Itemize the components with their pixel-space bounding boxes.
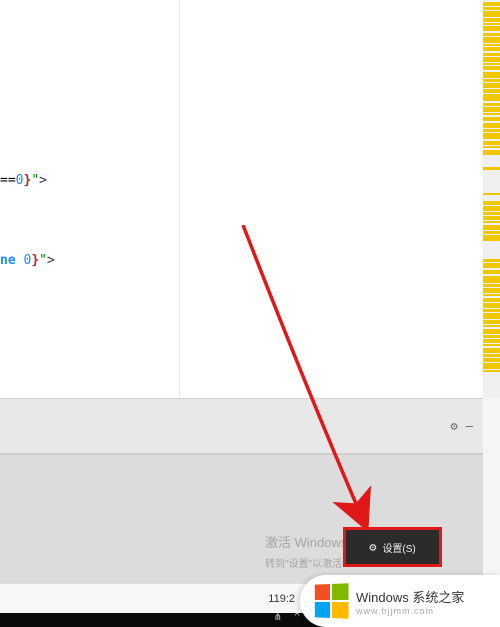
- minimap-marker: [483, 348, 500, 353]
- minimap-marker: [483, 325, 500, 327]
- brand-title: Windows 系统之家: [356, 587, 464, 606]
- minimap-marker: [483, 298, 500, 302]
- minimap-marker: [483, 123, 500, 128]
- minimap-marker: [483, 107, 500, 112]
- editor-main-pane[interactable]: [180, 0, 483, 398]
- minimap-marker: [483, 66, 500, 70]
- minimap-marker: [483, 57, 500, 62]
- minimap-marker: [483, 2, 500, 6]
- minimap-marker: [483, 26, 500, 31]
- minimap-marker: [483, 63, 500, 65]
- minimap-marker: [483, 7, 500, 10]
- minimap-marker: [483, 221, 500, 223]
- minimap-marker: [483, 339, 500, 343]
- minimap-marker: [483, 53, 500, 56]
- brand-url: www.bjjmm.com: [356, 606, 464, 616]
- minimap-marker: [483, 276, 500, 283]
- minimap-marker: [483, 329, 500, 334]
- gear-icon: ⚙: [369, 540, 376, 554]
- minimize-icon[interactable]: —: [466, 419, 473, 433]
- gear-icon[interactable]: ⚙: [451, 419, 458, 433]
- minimap-marker: [483, 335, 500, 338]
- minimap-marker: [483, 129, 500, 132]
- code-token-quote: ": [31, 173, 39, 188]
- editor-area: ==0}"> ne 0}">: [0, 0, 483, 398]
- minimap-marker: [483, 284, 500, 287]
- minimap-marker: [483, 212, 500, 215]
- minimap-marker: [483, 94, 500, 101]
- cursor-position: 119:2: [268, 593, 295, 605]
- minimap-marker: [483, 288, 500, 293]
- minimap-marker: [483, 150, 500, 155]
- minimap-marker: [483, 320, 500, 324]
- minimap-marker: [483, 259, 500, 262]
- site-branding-watermark: Windows 系统之家 www.bjjmm.com: [300, 575, 500, 627]
- minimap-marker: [483, 354, 500, 357]
- code-pane[interactable]: ==0}"> ne 0}">: [0, 0, 180, 398]
- minimap-scrollbar[interactable]: [483, 0, 500, 398]
- code-token-gt: >: [39, 173, 47, 188]
- minimap-marker: [483, 363, 500, 369]
- minimap-marker: [483, 33, 500, 36]
- minimap-marker: [483, 37, 500, 43]
- minimap-marker: [483, 235, 500, 241]
- minimap-marker: [483, 113, 500, 115]
- code-token-eq: ==: [0, 173, 16, 188]
- minimap-marker: [483, 23, 500, 25]
- code-line: ==0}">: [0, 173, 47, 188]
- minimap-marker: [483, 294, 500, 296]
- minimap-marker: [483, 117, 500, 121]
- chevron-up-icon[interactable]: ^: [294, 612, 300, 623]
- minimap-marker: [483, 309, 500, 312]
- minimap-marker: [483, 231, 500, 234]
- minimap-marker: [483, 167, 500, 170]
- minimap-marker: [483, 303, 500, 308]
- code-token-quote: ": [39, 253, 47, 268]
- minimap-marker: [483, 370, 500, 372]
- minimap-marker: [483, 344, 500, 346]
- minimap-marker: [483, 18, 500, 22]
- minimap-marker: [483, 206, 500, 211]
- minimap-marker: [483, 11, 500, 17]
- code-token-gt: >: [47, 253, 55, 268]
- minimap-marker: [483, 47, 500, 51]
- minimap-marker: [483, 225, 500, 230]
- minimap-marker: [483, 193, 500, 195]
- minimap-marker: [483, 201, 500, 205]
- minimap-marker: [483, 270, 500, 274]
- code-line: ne 0}">: [0, 253, 55, 268]
- minimap-marker: [483, 89, 500, 93]
- settings-menu-item[interactable]: ⚙ 设置(S): [343, 527, 442, 567]
- minimap-marker: [483, 141, 500, 145]
- minimap-marker: [483, 103, 500, 106]
- minimap-marker: [483, 79, 500, 82]
- minimap-marker: [483, 216, 500, 220]
- minimap-marker: [483, 133, 500, 139]
- minimap-marker: [483, 358, 500, 362]
- code-token-ne: ne: [0, 253, 23, 268]
- bottom-panel-header: ⚙ —: [0, 398, 483, 454]
- taskbar-app-icon[interactable]: ⋔: [274, 612, 282, 623]
- minimap-marker: [483, 83, 500, 88]
- minimap-marker: [483, 44, 500, 46]
- windows-logo-icon: [315, 583, 349, 618]
- minimap-marker: [483, 72, 500, 78]
- minimap-marker: [483, 263, 500, 268]
- code-token-brace: }: [31, 253, 39, 268]
- settings-label: 设置(S): [382, 540, 415, 555]
- minimap-marker: [483, 313, 500, 319]
- minimap-marker: [483, 146, 500, 148]
